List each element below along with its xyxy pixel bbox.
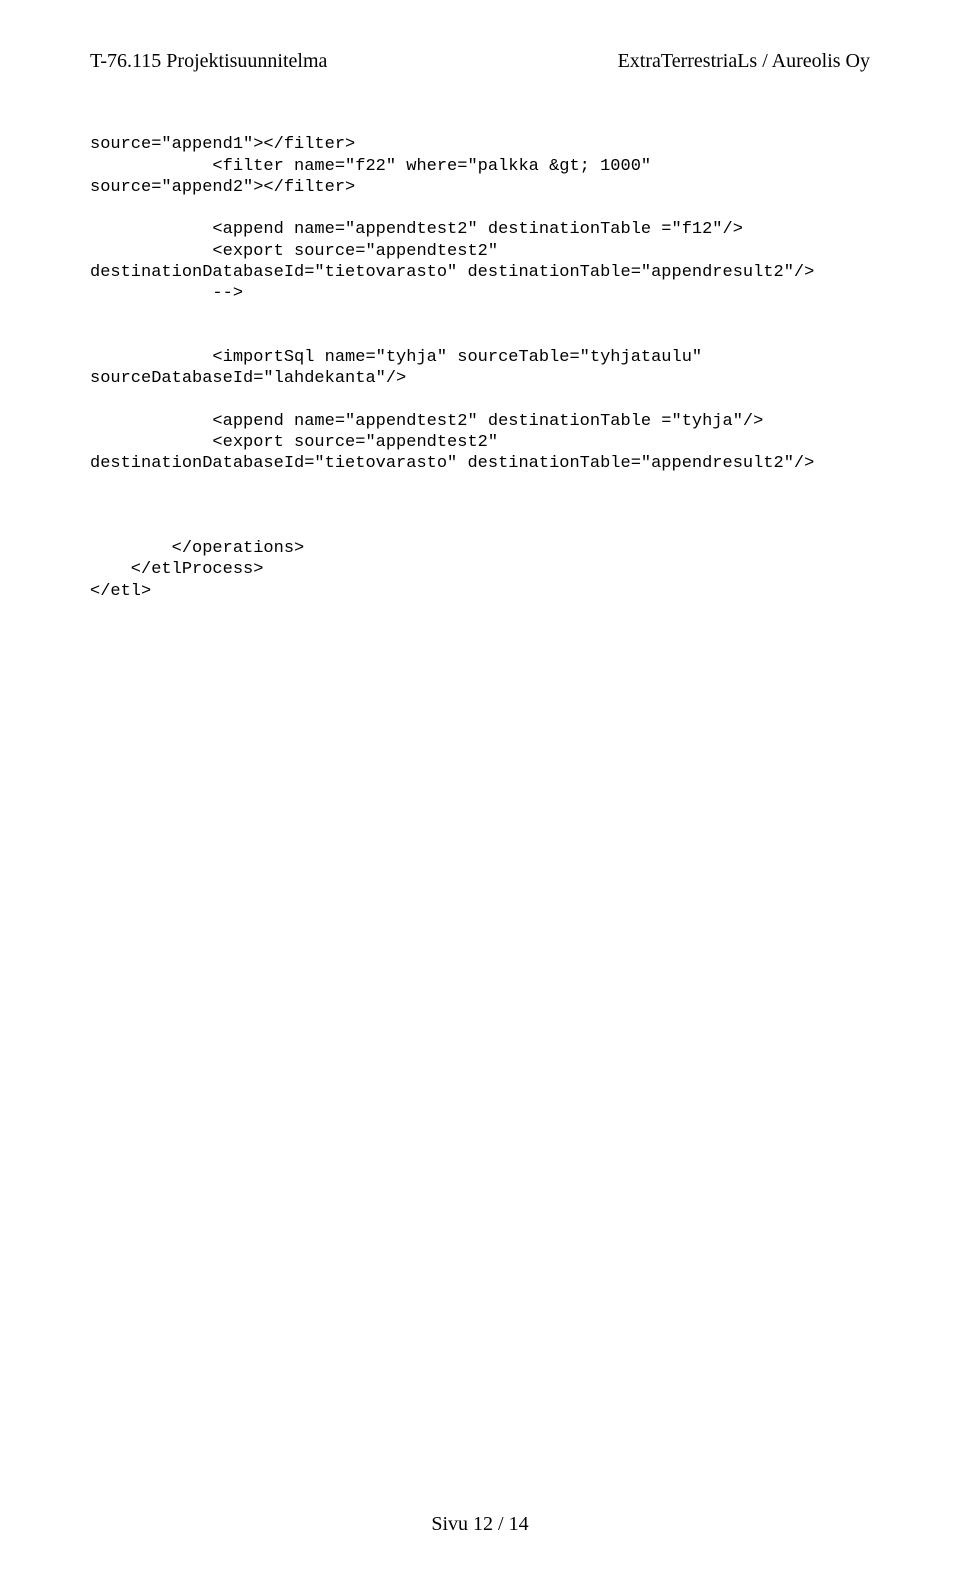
page-footer: Sivu 12 / 14 bbox=[0, 1513, 960, 1536]
code-line: source="append1"></filter> bbox=[90, 135, 355, 154]
code-content: source="append1"></filter> <filter name=… bbox=[90, 113, 870, 602]
code-line: destinationDatabaseId="tietovarasto" des… bbox=[90, 263, 814, 282]
code-line: <export source="appendtest2" bbox=[90, 242, 498, 261]
code-line: </etlProcess> bbox=[90, 560, 263, 579]
header-left: T-76.115 Projektisuunnitelma bbox=[90, 50, 327, 73]
header-right: ExtraTerrestriaLs / Aureolis Oy bbox=[618, 50, 870, 73]
code-line: <filter name="f22" where="palkka &gt; 10… bbox=[90, 157, 651, 176]
page-number: Sivu 12 / 14 bbox=[431, 1513, 528, 1535]
code-line: sourceDatabaseId="lahdekanta"/> bbox=[90, 369, 406, 388]
code-line: <importSql name="tyhja" sourceTable="tyh… bbox=[90, 348, 702, 367]
code-line: source="append2"></filter> bbox=[90, 178, 355, 197]
code-line: </etl> bbox=[90, 582, 151, 601]
code-line: <append name="appendtest2" destinationTa… bbox=[90, 220, 743, 239]
code-line: </operations> bbox=[90, 539, 304, 558]
code-line: <append name="appendtest2" destinationTa… bbox=[90, 412, 763, 431]
code-line: <export source="appendtest2" bbox=[90, 433, 498, 452]
code-line: --> bbox=[90, 284, 243, 303]
code-line: destinationDatabaseId="tietovarasto" des… bbox=[90, 454, 814, 473]
page-header: T-76.115 Projektisuunnitelma ExtraTerres… bbox=[90, 50, 870, 73]
